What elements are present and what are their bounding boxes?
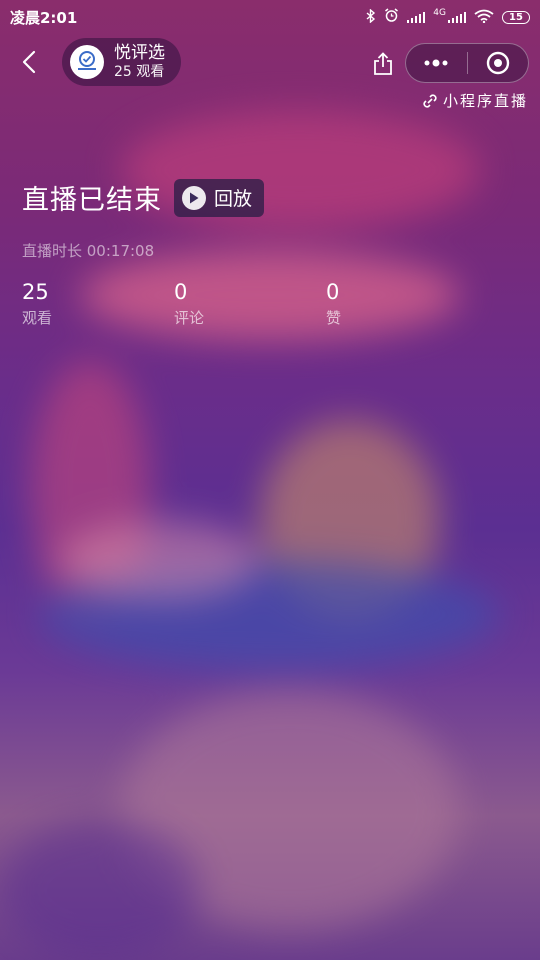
header: 悦评选 25 观看 <box>0 38 540 88</box>
alarm-icon <box>384 8 399 26</box>
signal-icon <box>407 11 426 23</box>
mini-program-capsule <box>405 43 529 83</box>
more-icon <box>424 59 448 67</box>
live-ended-title: 直播已结束 <box>22 185 162 216</box>
status-bar: 凌晨2:01 4G 15 <box>0 0 540 34</box>
share-icon <box>374 52 392 75</box>
battery-icon: 15 <box>502 10 530 24</box>
stat-value: 0 <box>326 280 340 304</box>
network-type: 4G <box>433 8 446 18</box>
anchor-view-count: 25 观看 <box>114 64 165 80</box>
avatar <box>70 45 104 79</box>
status-time: 凌晨2:01 <box>10 8 78 27</box>
replay-button[interactable]: 回放 <box>174 178 265 217</box>
stat-value: 0 <box>174 280 188 304</box>
stat-likes: 0 赞 <box>326 278 478 330</box>
replay-label: 回放 <box>214 188 253 210</box>
close-mini-program-icon <box>486 51 509 75</box>
signal-icon-2 <box>448 11 466 23</box>
live-ended-screen: 凌晨2:01 4G 15 悦评选 25 观看 小程序直播 直播已结束 回放 直播… <box>0 0 540 960</box>
blurred-background <box>0 0 540 960</box>
wifi-icon <box>474 9 494 26</box>
stat-value: 25 <box>22 280 49 304</box>
live-ended-row: 直播已结束 回放 <box>22 178 265 217</box>
stat-views: 25 观看 <box>22 278 174 330</box>
back-button[interactable] <box>16 48 44 76</box>
stat-label: 观看 <box>22 309 53 327</box>
mini-program-live-label: 小程序直播 <box>442 92 528 110</box>
mini-program-live-tag[interactable]: 小程序直播 <box>421 90 528 111</box>
close-mini-program-button[interactable] <box>467 44 528 82</box>
back-icon <box>22 50 36 74</box>
anchor-info[interactable]: 悦评选 25 观看 <box>62 38 181 86</box>
live-duration: 直播时长 00:17:08 <box>22 242 155 260</box>
stats-row: 25 观看 0 评论 0 赞 <box>22 278 478 330</box>
anchor-logo-icon <box>78 51 96 70</box>
anchor-name: 悦评选 <box>114 43 165 63</box>
play-icon <box>182 185 206 210</box>
link-icon <box>423 93 437 108</box>
stat-label: 评论 <box>174 309 205 327</box>
bluetooth-icon <box>366 7 376 26</box>
stat-label: 赞 <box>326 309 342 327</box>
more-button[interactable] <box>406 44 467 82</box>
stat-comments: 0 评论 <box>174 278 326 330</box>
share-button[interactable] <box>364 45 402 83</box>
status-icons: 4G 15 <box>366 7 530 26</box>
